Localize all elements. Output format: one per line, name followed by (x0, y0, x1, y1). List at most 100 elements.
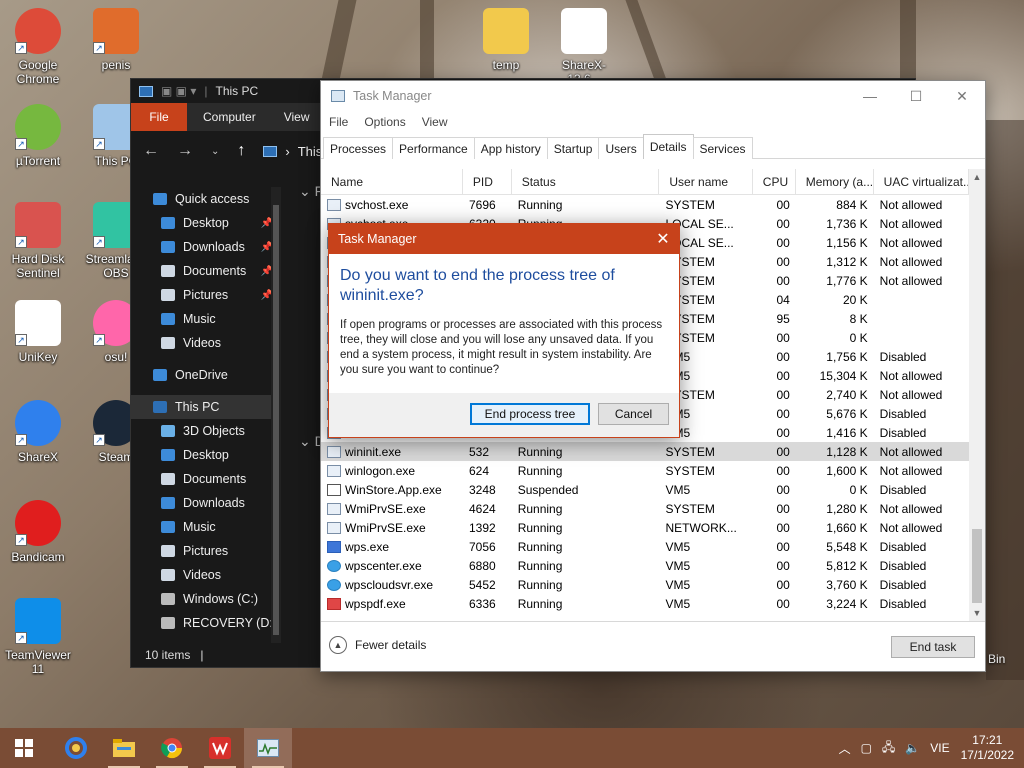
desktop-shortcut[interactable]: ↗ TeamViewer 11 (0, 598, 76, 676)
nav-item-onedrive[interactable]: OneDrive (131, 363, 281, 387)
nav-item-desktop[interactable]: Desktop (131, 443, 281, 467)
tab-startup[interactable]: Startup (546, 137, 600, 159)
scroll-up-arrow-icon[interactable]: ▲ (969, 172, 985, 182)
process-row[interactable]: wpscloudsvr.exe 5452 Running VM5 00 3,760 K Di… (321, 575, 969, 594)
network-icon[interactable]: 🖧 (877, 738, 900, 759)
end-task-button[interactable]: End task (891, 636, 975, 658)
action-center-tablet-icon[interactable]: ▢ (856, 741, 877, 755)
menu-file[interactable]: File (329, 115, 348, 129)
nav-item-quick-access[interactable]: Quick access (131, 187, 281, 211)
forward-arrow-icon[interactable]: → (177, 142, 193, 160)
process-row[interactable]: wininit.exe 532 Running SYSTEM 00 1,128 K Not … (321, 442, 969, 461)
recent-chevron-icon[interactable]: ⌄ (211, 146, 219, 157)
menu-view[interactable]: View (422, 115, 448, 129)
column-header-status[interactable]: Status (512, 169, 660, 194)
nav-item-documents[interactable]: Documents (131, 467, 281, 491)
maximize-button[interactable]: ☐ (893, 81, 939, 111)
nav-item-videos[interactable]: Videos (131, 331, 281, 355)
desktop-shortcut-label: temp (492, 58, 520, 72)
collapse-chevron-icon[interactable]: ⌄ (299, 183, 311, 199)
cancel-button[interactable]: Cancel (598, 403, 669, 425)
taskbar-file-explorer-button[interactable] (100, 728, 148, 768)
nav-item-pictures[interactable]: Pictures 📌 (131, 283, 281, 307)
column-header-name[interactable]: Name (321, 169, 463, 194)
desktop-shortcut[interactable]: ↗ Hard Disk Sentinel (0, 202, 76, 280)
process-row[interactable]: wpscenter.exe 6880 Running VM5 00 5,812 K Disa… (321, 556, 969, 575)
desktop-shortcut[interactable]: temp (468, 8, 544, 72)
tab-details[interactable]: Details (642, 134, 694, 159)
desktop-shortcut[interactable]: ↗ UniKey (0, 300, 76, 364)
nav-item-desktop[interactable]: Desktop 📌 (131, 211, 281, 235)
start-button[interactable] (0, 728, 48, 768)
desktop-shortcut[interactable]: ↗ Bandicam (0, 500, 76, 564)
nav-item-music[interactable]: Music (131, 307, 281, 331)
nav-item-3d-objects[interactable]: 3D Objects (131, 419, 281, 443)
quick-access-toolbar[interactable]: ▣ ▣ ▾ (161, 84, 196, 98)
desktop-shortcut[interactable]: ↗ µTorrent (0, 104, 76, 168)
cell-memory: 1,312 K (826, 254, 868, 269)
process-row[interactable]: WmiPrvSE.exe 1392 Running NETWORK... 00 1,660… (321, 518, 969, 537)
process-row[interactable]: wps.exe 7056 Running VM5 00 5,548 K Disabled (321, 537, 969, 556)
nav-item-downloads[interactable]: Downloads (131, 491, 281, 515)
desktop-shortcut[interactable]: ShareX-13.6... (546, 8, 622, 86)
tab-processes[interactable]: Processes (323, 137, 394, 159)
clock[interactable]: 17:21 17/1/2022 (955, 733, 1024, 763)
menu-options[interactable]: Options (364, 115, 405, 129)
ribbon-view-tab[interactable]: View (270, 103, 324, 131)
tab-users[interactable]: Users (598, 137, 644, 159)
column-header-memory[interactable]: Memory (a... (796, 169, 874, 194)
desktop-shortcut[interactable]: ↗ ShareX (0, 400, 76, 464)
close-button[interactable]: ✕ (939, 81, 985, 111)
nav-item-pictures[interactable]: Pictures (131, 539, 281, 563)
column-header-user-name[interactable]: User name (659, 169, 753, 194)
wps-icon (327, 540, 341, 553)
back-arrow-icon[interactable]: ← (143, 142, 159, 160)
nav-item-documents[interactable]: Documents 📌 (131, 259, 281, 283)
process-row[interactable]: winlogon.exe 624 Running SYSTEM 00 1,600 K Not… (321, 461, 969, 480)
scroll-down-arrow-icon[interactable]: ▼ (969, 608, 985, 618)
end-process-tree-button[interactable]: End process tree (470, 403, 590, 425)
up-arrow-icon[interactable]: ↑ (237, 142, 245, 160)
desktop-shortcut[interactable]: ↗ Google Chrome (0, 8, 76, 86)
nav-item-recovery-d[interactable]: RECOVERY (D:) (131, 611, 281, 635)
process-row[interactable]: wpspdf.exe 6336 Running VM5 00 3,224 K Disable… (321, 594, 969, 613)
taskbar-task-manager-button[interactable] (244, 728, 292, 768)
column-header-pid[interactable]: PID (463, 169, 512, 194)
cell-cpu: 00 (776, 197, 790, 212)
input-language[interactable]: VIE (925, 741, 954, 755)
column-header-uac-virtualization[interactable]: UAC virtualizat... (874, 169, 969, 194)
process-list-scrollbar[interactable]: ▲ ▼ (969, 169, 985, 621)
volume-icon[interactable]: 🔈 (900, 741, 925, 755)
collapse-chevron-icon[interactable]: ⌄ (299, 433, 311, 449)
tab-app-history[interactable]: App history (473, 137, 548, 159)
nav-item-windows-c[interactable]: Windows (C:) (131, 587, 281, 611)
tab-performance[interactable]: Performance (392, 137, 475, 159)
nav-item-downloads[interactable]: Downloads 📌 (131, 235, 281, 259)
nav-item-videos[interactable]: Videos (131, 563, 281, 587)
ribbon-computer-tab[interactable]: Computer (187, 103, 270, 131)
fewer-details-toggle[interactable]: ▲ Fewer details (329, 636, 426, 654)
scrollbar-thumb[interactable] (273, 205, 279, 635)
show-hidden-icons-chevron-icon[interactable]: ︿ (834, 740, 856, 757)
tab-services[interactable]: Services (692, 137, 753, 159)
scrollbar-thumb[interactable] (972, 529, 982, 603)
recycle-bin-label[interactable]: Bin (988, 652, 1005, 666)
process-row[interactable]: svchost.exe 7696 Running SYSTEM 00 884 K Not a… (321, 195, 969, 214)
cell-user-name: SYSTEM (665, 501, 715, 516)
taskbar-sharex-button[interactable] (52, 728, 100, 768)
column-header-cpu[interactable]: CPU (753, 169, 796, 194)
ribbon-file-tab[interactable]: File (131, 103, 187, 131)
taskbar-chrome-button[interactable] (148, 728, 196, 768)
nav-item-this-pc[interactable]: This PC (131, 395, 281, 419)
process-row[interactable]: WinStore.App.exe 3248 Suspended VM5 00 0 K Dis… (321, 480, 969, 499)
navigation-pane-scrollbar[interactable] (271, 187, 281, 643)
minimize-button[interactable]: — (847, 81, 893, 111)
cell-uac-virtualization: Not allowed (879, 254, 943, 269)
nav-item-music[interactable]: Music (131, 515, 281, 539)
dialog-close-icon[interactable]: ✕ (647, 224, 679, 254)
taskbar-wps-office-button[interactable] (196, 728, 244, 768)
dialog-titlebar[interactable]: Task Manager ✕ (329, 224, 679, 254)
wps-cloud-icon (327, 559, 341, 572)
desktop-shortcut[interactable]: ↗ penis (78, 8, 154, 72)
process-row[interactable]: WmiPrvSE.exe 4624 Running SYSTEM 00 1,280 K No… (321, 499, 969, 518)
